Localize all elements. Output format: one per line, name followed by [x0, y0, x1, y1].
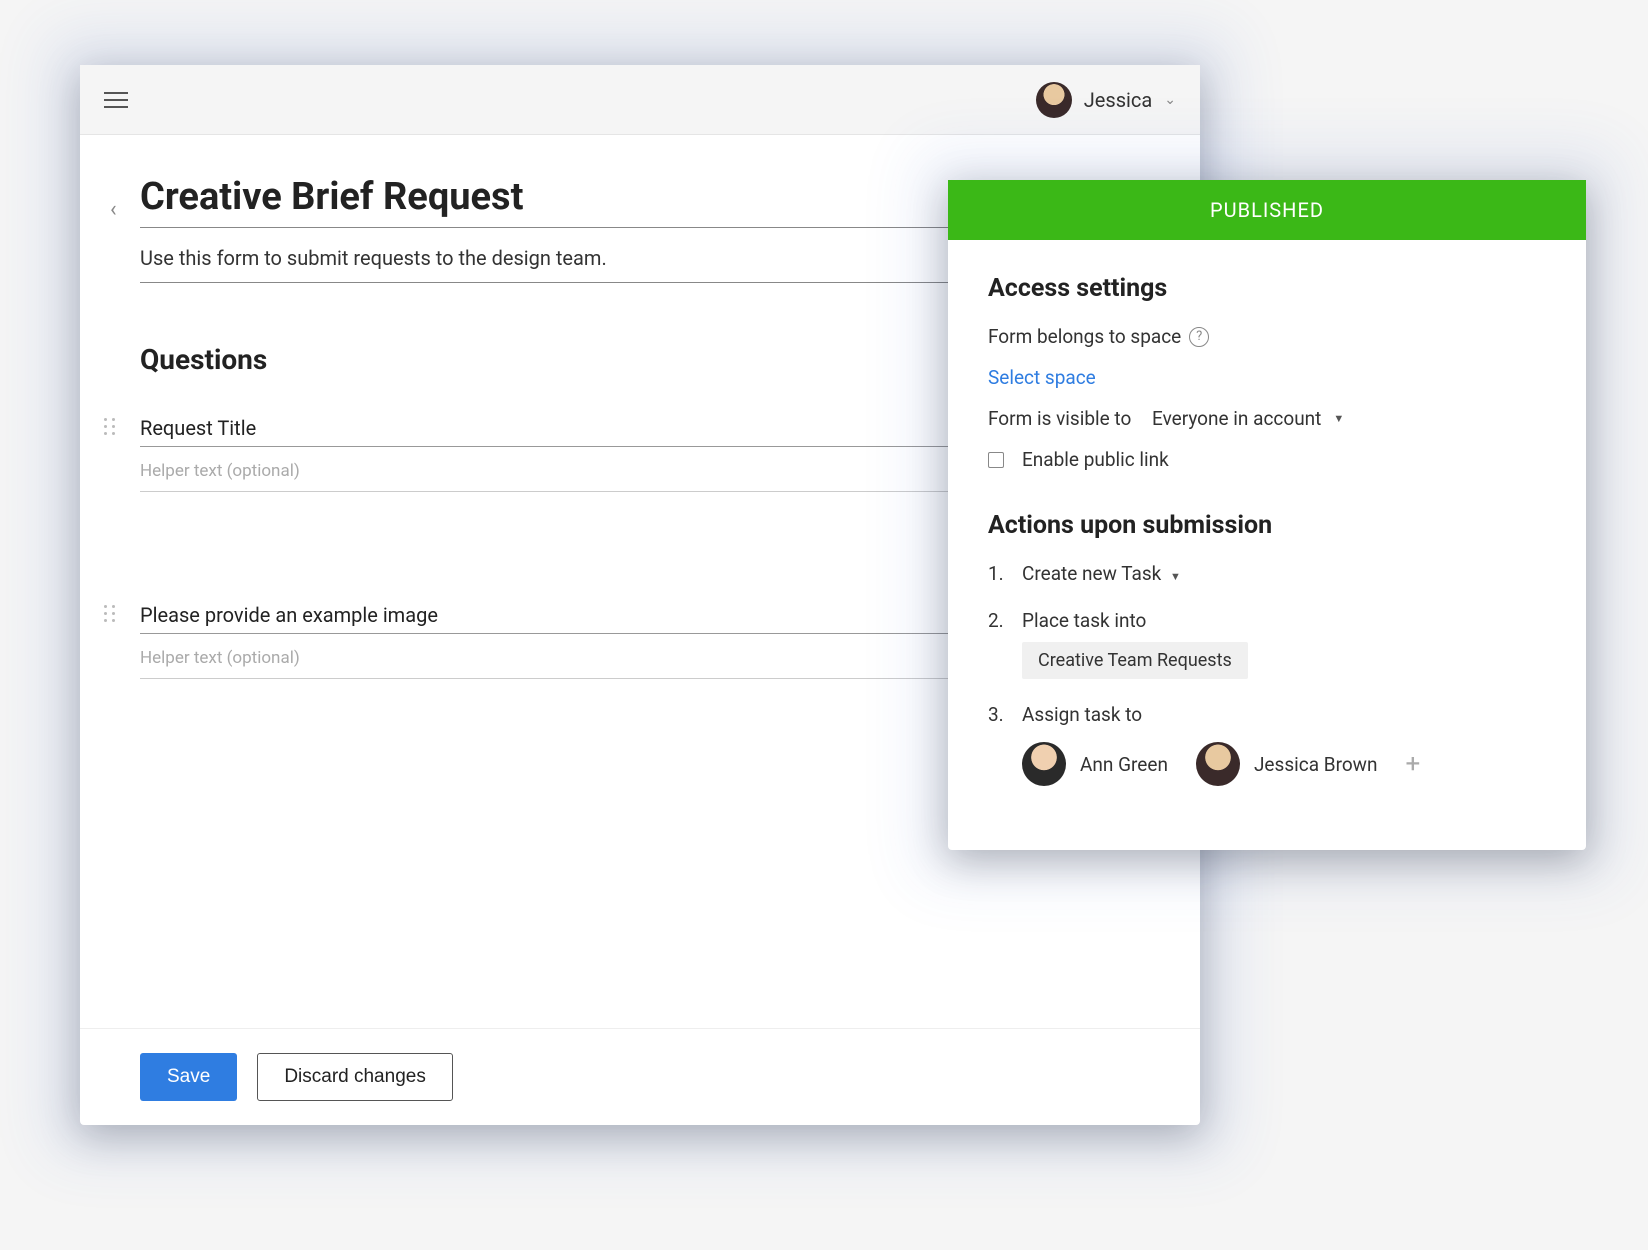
place-task-label: Place task into: [1022, 609, 1146, 632]
assignee-chip[interactable]: Ann Green: [1022, 742, 1168, 786]
action-place-task: 2. Place task into Creative Team Request…: [988, 609, 1546, 679]
access-settings-heading: Access settings: [988, 274, 1546, 303]
user-menu[interactable]: Jessica ⌄: [1036, 82, 1176, 118]
public-link-checkbox[interactable]: Enable public link: [988, 448, 1546, 471]
caret-down-icon: ▼: [1333, 412, 1344, 425]
visibility-dropdown[interactable]: Form is visible to Everyone in account ▼: [988, 407, 1546, 430]
discard-button[interactable]: Discard changes: [257, 1053, 453, 1101]
footer: Save Discard changes: [80, 1028, 1200, 1125]
status-banner: PUBLISHED: [948, 180, 1586, 240]
save-button[interactable]: Save: [140, 1053, 237, 1101]
actions-heading: Actions upon submission: [988, 511, 1546, 540]
action-assign-task: 3. Assign task to Ann Green Jessica Brow…: [988, 703, 1546, 786]
menu-icon[interactable]: [104, 92, 128, 108]
avatar: [1196, 742, 1240, 786]
chevron-down-icon: ⌄: [1164, 92, 1176, 108]
avatar: [1036, 82, 1072, 118]
user-name: Jessica: [1084, 88, 1153, 112]
settings-panel: PUBLISHED Access settings Form belongs t…: [948, 180, 1586, 850]
help-icon[interactable]: ?: [1189, 327, 1209, 347]
add-assignee-button[interactable]: +: [1405, 749, 1420, 779]
topbar: Jessica ⌄: [80, 65, 1200, 135]
drag-handle-icon[interactable]: [104, 418, 116, 435]
drag-handle-icon[interactable]: [104, 605, 116, 622]
action-create-task[interactable]: 1. Create new Task ▼: [988, 562, 1546, 585]
checkbox-icon: [988, 452, 1004, 468]
select-space-link[interactable]: Select space: [988, 366, 1096, 389]
back-icon[interactable]: ‹: [110, 197, 117, 222]
form-belongs-label: Form belongs to space ?: [988, 325, 1546, 348]
caret-down-icon: ▼: [1170, 570, 1181, 583]
assign-task-label: Assign task to: [1022, 703, 1142, 726]
avatar: [1022, 742, 1066, 786]
assignee-chip[interactable]: Jessica Brown: [1196, 742, 1377, 786]
folder-chip[interactable]: Creative Team Requests: [1022, 642, 1248, 679]
